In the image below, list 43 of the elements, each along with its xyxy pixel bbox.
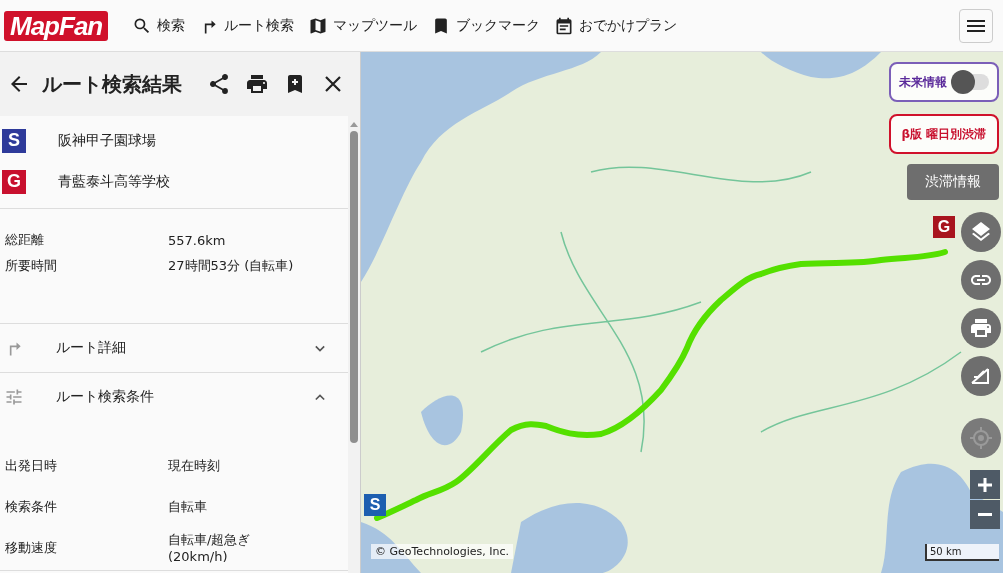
condition-value: 現在時刻 — [168, 456, 220, 475]
start-marker: S — [2, 128, 26, 153]
nav-link[interactable]: ルート検索 — [199, 15, 295, 36]
share-icon — [207, 72, 231, 96]
sliders-icon — [4, 387, 24, 407]
mapfan-logo[interactable]: MapFan — [4, 10, 109, 41]
condition-label: 検索条件 — [5, 497, 58, 516]
summary-value: 557.6km — [168, 232, 226, 248]
panel-title: ルート検索結果 — [42, 70, 182, 98]
calendar-icon — [554, 15, 575, 36]
section-header[interactable]: ルート検索条件 — [0, 373, 348, 421]
condition-label: 移動速度 — [5, 538, 58, 557]
condition-value: 自転車/超急ぎ (20km/h) — [168, 531, 251, 564]
lake-area — [421, 395, 463, 446]
locate-icon — [969, 426, 993, 450]
summary-label: 所要時間 — [5, 257, 58, 275]
scale-bar: 50 km — [925, 544, 999, 561]
print-icon — [245, 72, 269, 96]
summary-label: 総距離 — [5, 231, 45, 249]
menu-button[interactable] — [959, 8, 993, 43]
section-header[interactable]: ルート詳細 — [0, 324, 348, 372]
nav-link[interactable]: おでかけプラン — [554, 15, 678, 36]
zoom-out-button[interactable] — [970, 500, 1000, 529]
nav-link[interactable]: 検索 — [132, 15, 186, 36]
start-pin[interactable]: S — [364, 494, 386, 516]
beta-congestion-button[interactable]: β版 曜日別渋滞 — [889, 114, 999, 154]
copyright-text: © GeoTechnologies, Inc. — [371, 544, 513, 559]
summary-value: 27時間53分 (自転車) — [168, 257, 294, 275]
condition-label: 出発日時 — [5, 456, 58, 475]
goal-marker: G — [2, 169, 26, 194]
condition-value: 自転車 — [168, 497, 207, 516]
nav-link[interactable]: マップツール — [308, 15, 418, 36]
minus-icon — [978, 513, 992, 516]
future-info-label: 未来情報 — [899, 73, 947, 91]
place-name: 青藍泰斗高等学校 — [58, 172, 170, 191]
nav-link[interactable]: ブックマーク — [431, 15, 541, 36]
traffic-info-button[interactable]: 渋滞情報 — [907, 164, 999, 200]
place-name: 阪神甲子園球場 — [58, 131, 156, 150]
print-icon — [969, 316, 993, 340]
goal-pin[interactable]: G — [933, 216, 955, 238]
plus-icon — [978, 477, 992, 492]
zoom-in-button[interactable] — [970, 470, 1000, 499]
scrollbar[interactable] — [348, 116, 360, 573]
